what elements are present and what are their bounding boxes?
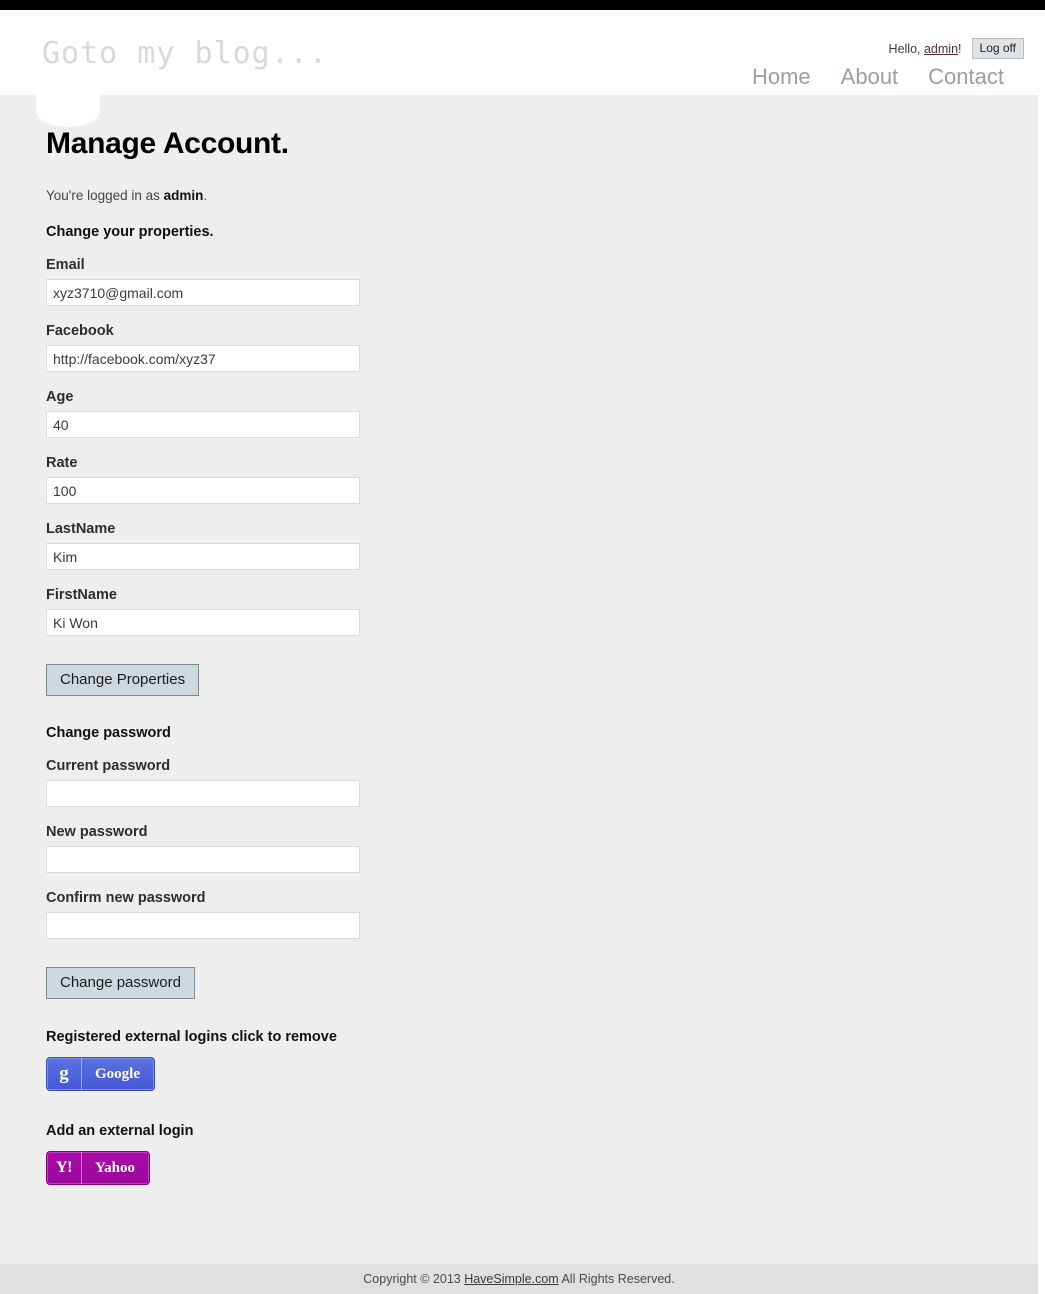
site-logo[interactable]: Goto my blog...	[42, 36, 328, 71]
label-firstname: FirstName	[46, 587, 117, 603]
header-nub-decoration	[36, 95, 100, 127]
change-properties-button[interactable]: Change Properties	[46, 664, 200, 696]
site-header: Goto my blog... Hello, admin! Log off Hom…	[0, 10, 1038, 95]
label-facebook: Facebook	[46, 323, 114, 339]
content-area: Manage Account. You're logged in as admi…	[0, 95, 1038, 1264]
facebook-field[interactable]	[46, 345, 360, 372]
new-password-field[interactable]	[46, 846, 360, 873]
page-frame: Goto my blog... Hello, admin! Log off Hom…	[0, 10, 1038, 1294]
footer-copyright-suffix: All Rights Reserved.	[558, 1272, 675, 1286]
google-login-button[interactable]: g Google	[46, 1057, 155, 1091]
logged-in-prefix: You're logged in as	[46, 188, 164, 203]
change-password-button[interactable]: Change password	[46, 967, 195, 999]
logged-in-message: You're logged in as admin.	[46, 188, 986, 203]
label-rate: Rate	[46, 455, 78, 471]
page-title: Manage Account.	[46, 127, 289, 160]
log-off-button[interactable]: Log off	[971, 38, 1024, 59]
label-confirm-password: Confirm new password	[46, 890, 206, 906]
change-password-button-row: Change password	[46, 939, 986, 999]
google-button-inner: g Google	[47, 1058, 154, 1090]
label-age: Age	[46, 389, 74, 405]
content-column: Manage Account. You're logged in as admi…	[46, 95, 986, 1225]
footer-site-link[interactable]: HaveSimple.com	[464, 1272, 558, 1286]
login-status-strip: Hello, admin! Log off	[889, 38, 1024, 59]
current-password-field[interactable]	[46, 780, 360, 807]
google-button-label: Google	[81, 1058, 154, 1090]
main-navigation: Home About Contact	[722, 64, 1004, 90]
yahoo-login-button[interactable]: Y! Yahoo	[46, 1151, 151, 1185]
change-properties-heading: Change your properties.	[46, 224, 214, 240]
add-logins-row: Y! Yahoo	[46, 1151, 986, 1185]
change-properties-button-row: Change Properties	[46, 636, 986, 696]
label-email: Email	[46, 257, 85, 273]
logged-in-username: admin	[163, 188, 204, 203]
nav-item-contact[interactable]: Contact	[928, 64, 1004, 89]
logged-in-suffix: .	[203, 188, 208, 203]
registered-logins-row: g Google	[46, 1057, 986, 1091]
confirm-password-field[interactable]	[46, 912, 360, 939]
yahoo-icon: Y!	[56, 1159, 72, 1176]
nav-item-about[interactable]: About	[841, 64, 899, 89]
site-footer: Copyright © 2013 HaveSimple.com All Righ…	[0, 1264, 1038, 1294]
firstname-field[interactable]	[46, 609, 360, 636]
footer-copyright: Copyright © 2013 HaveSimple.com All Righ…	[363, 1272, 674, 1286]
google-icon: g	[59, 1063, 69, 1084]
yahoo-button-label: Yahoo	[81, 1152, 149, 1184]
bottom-spacer	[46, 1185, 986, 1225]
change-password-heading: Change password	[46, 725, 171, 741]
yahoo-button-inner: Y! Yahoo	[47, 1152, 149, 1184]
nav-item-home[interactable]: Home	[752, 64, 811, 89]
account-link[interactable]: admin	[924, 42, 958, 56]
footer-copyright-prefix: Copyright © 2013	[363, 1272, 465, 1286]
label-current-password: Current password	[46, 758, 171, 774]
add-login-heading: Add an external login	[46, 1123, 194, 1139]
rate-field[interactable]	[46, 477, 360, 504]
email-field[interactable]	[46, 279, 360, 306]
hello-prefix-label: Hello,	[888, 42, 924, 56]
age-field[interactable]	[46, 411, 360, 438]
label-lastname: LastName	[46, 521, 116, 537]
browser-chrome-bar	[0, 0, 1045, 10]
hello-suffix-label: !	[958, 42, 962, 56]
registered-logins-heading: Registered external logins click to remo…	[46, 1029, 337, 1045]
lastname-field[interactable]	[46, 543, 360, 570]
label-new-password: New password	[46, 824, 148, 840]
